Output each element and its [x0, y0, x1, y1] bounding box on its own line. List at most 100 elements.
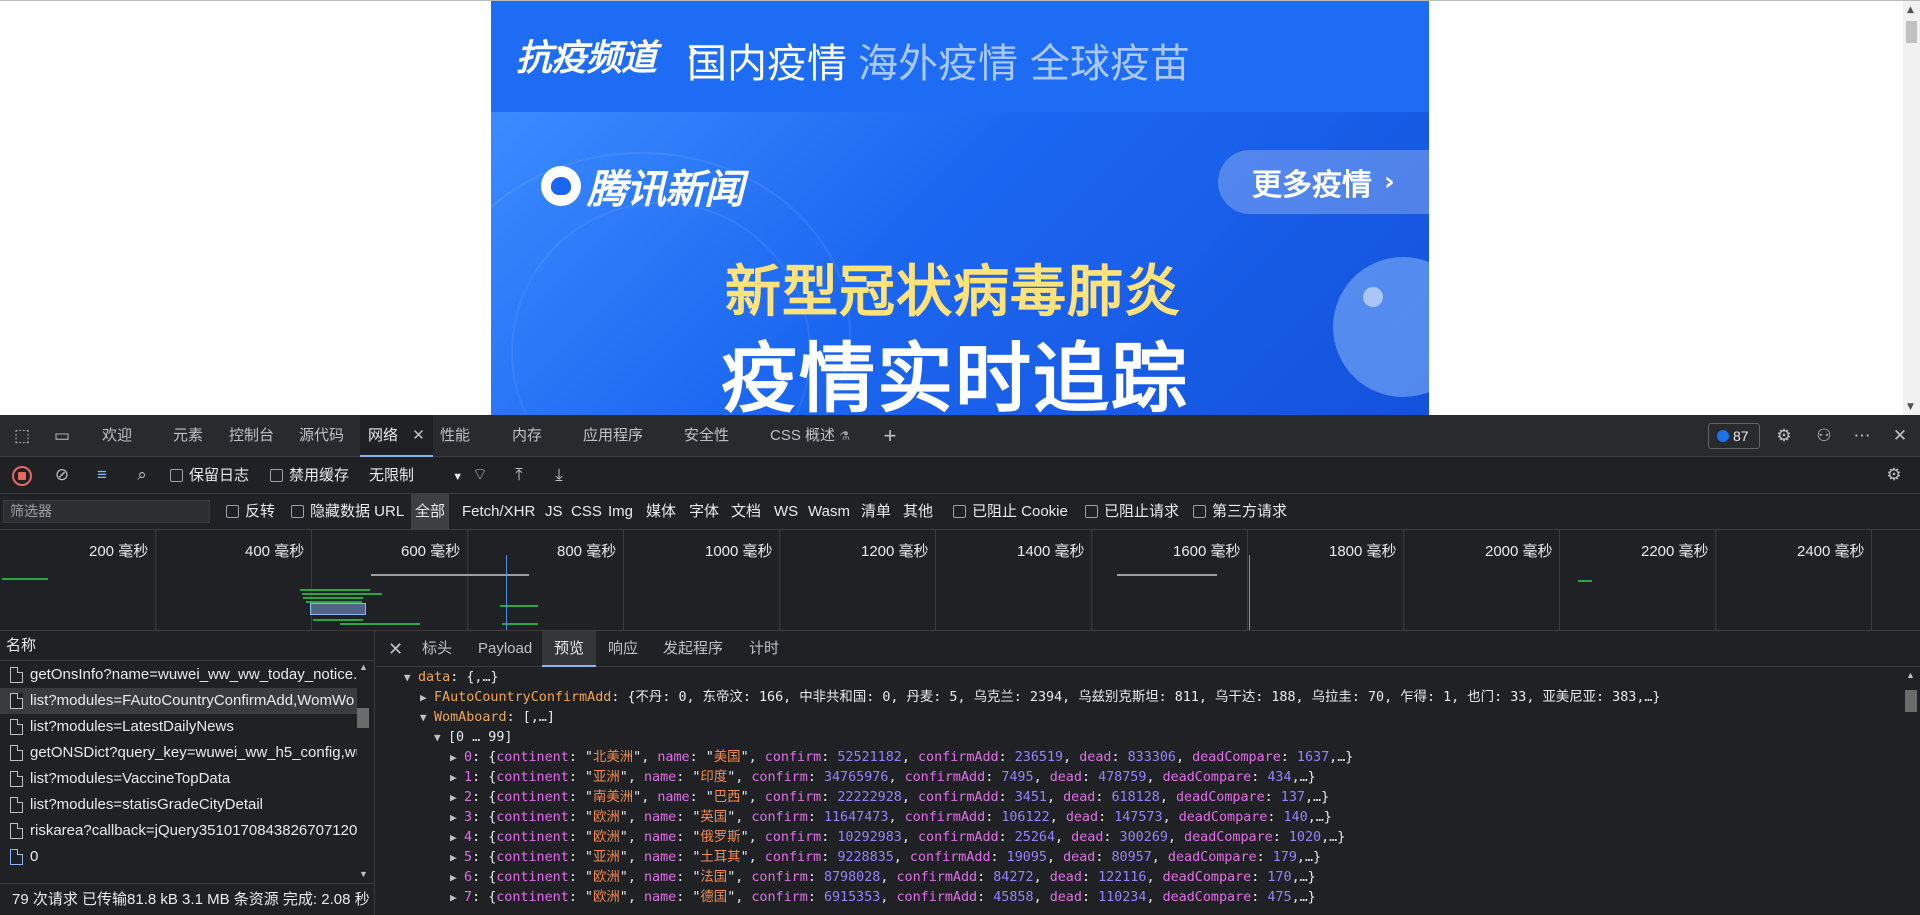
request-row[interactable]: 0	[0, 844, 357, 870]
tree-node-country[interactable]: ▶ 5: {continent: "亚洲", name: "土耳其", confi…	[376, 848, 1896, 868]
collapse-triangle-icon[interactable]: ▶	[450, 828, 464, 848]
filter-type-other[interactable]: 其他	[903, 494, 933, 530]
tree-node-range[interactable]: ▼ [0 … 99]	[376, 728, 1896, 748]
blocked-requests-checkbox[interactable]: 已阻止请求	[1085, 494, 1179, 530]
tree-node-country[interactable]: ▶ 4: {continent: "欧洲", name: "俄罗斯", confi…	[376, 828, 1896, 848]
detail-tab-initiator[interactable]: 发起程序	[663, 631, 723, 667]
device-toolbar-icon[interactable]: ▭	[52, 426, 72, 446]
record-stop-icon[interactable]	[12, 466, 32, 486]
more-epidemic-button[interactable]: 更多疫情 ›	[1218, 150, 1429, 214]
request-list-scrollbar[interactable]: ▲ ▼	[355, 662, 371, 882]
customize-icon[interactable]: ⚇	[1814, 426, 1834, 446]
detail-tab-timing[interactable]: 计时	[749, 631, 779, 667]
filter-type-media[interactable]: 媒体	[646, 494, 676, 530]
detail-tab-response[interactable]: 响应	[608, 631, 638, 667]
import-har-icon[interactable]: ⤒	[509, 465, 529, 485]
tree-node-data[interactable]: ▼ data: {,…}	[376, 668, 1896, 688]
request-row[interactable]: riskarea?callback=jQuery3510170843826707…	[0, 818, 357, 844]
close-tab-icon[interactable]: ✕	[412, 427, 425, 444]
panel-tab-memory[interactable]: 内存	[512, 415, 542, 457]
panel-tab-application[interactable]: 应用程序	[583, 415, 643, 457]
panel-tab-elements[interactable]: 元素	[173, 415, 203, 457]
filter-type-fetch-xhr[interactable]: Fetch/XHR	[462, 494, 535, 530]
panel-tab-security[interactable]: 安全性	[684, 415, 729, 457]
collapse-triangle-icon[interactable]: ▶	[450, 888, 464, 908]
scrollbar-thumb[interactable]	[1905, 690, 1917, 712]
request-row[interactable]: getOnsInfo?name=wuwei_ww_ww_today_notice…	[0, 662, 357, 688]
close-detail-icon[interactable]: ✕	[388, 631, 403, 667]
clear-icon[interactable]: ⊘	[52, 465, 72, 485]
panel-tab-console[interactable]: 控制台	[229, 415, 274, 457]
request-row[interactable]: list?modules=statisGradeCityDetail	[0, 792, 357, 818]
name-column-header[interactable]: 名称	[0, 631, 374, 661]
collapse-triangle-icon[interactable]: ▶	[450, 768, 464, 788]
detail-tab-preview[interactable]: 预览	[542, 631, 597, 667]
panel-tab-network[interactable]: 网络 ✕	[360, 415, 433, 457]
hide-data-urls-checkbox[interactable]: 隐藏数据 URL	[291, 494, 404, 530]
filter-type-all[interactable]: 全部	[411, 494, 450, 530]
issues-badge[interactable]: 87	[1708, 423, 1760, 449]
scroll-down-icon[interactable]: ▼	[1907, 402, 1914, 412]
filter-type-wasm[interactable]: Wasm	[808, 494, 850, 530]
filter-type-js[interactable]: JS	[545, 494, 563, 530]
tree-node-country[interactable]: ▶ 2: {continent: "南美洲", name: "巴西", confi…	[376, 788, 1896, 808]
collapse-triangle-icon[interactable]: ▶	[450, 808, 464, 828]
close-devtools-icon[interactable]: ✕	[1890, 426, 1910, 446]
detail-tab-headers[interactable]: 标头	[422, 631, 452, 667]
filter-type-font[interactable]: 字体	[689, 494, 719, 530]
collapse-triangle-icon[interactable]: ▶	[450, 788, 464, 808]
filter-input[interactable]: 筛选器	[3, 500, 210, 523]
request-row[interactable]: getONSDict?query_key=wuwei_ww_h5_config,…	[0, 740, 357, 766]
tree-node-country[interactable]: ▶ 1: {continent: "亚洲", name: "印度", confir…	[376, 768, 1896, 788]
panel-tab-sources[interactable]: 源代码	[299, 415, 344, 457]
tab-vaccine[interactable]: 全球疫苗	[1030, 31, 1190, 89]
expand-triangle-icon[interactable]: ▼	[404, 668, 418, 688]
tab-domestic[interactable]: 国内疫情	[687, 31, 847, 89]
scroll-up-icon[interactable]: ▲	[1907, 5, 1914, 15]
network-conditions-icon[interactable]: ⌔	[470, 465, 490, 485]
more-options-icon[interactable]: ⋯	[1852, 426, 1872, 446]
collapse-triangle-icon[interactable]: ▶	[450, 868, 464, 888]
tree-node-country[interactable]: ▶ 0: {continent: "北美洲", name: "美国", confi…	[376, 748, 1896, 768]
scrollbar-thumb[interactable]	[1906, 21, 1917, 43]
throttling-select[interactable]: 无限制 ▼	[369, 457, 463, 494]
preview-scrollbar[interactable]: ▲	[1902, 668, 1920, 915]
disable-cache-checkbox[interactable]: 禁用缓存	[270, 457, 349, 494]
scroll-up-icon[interactable]: ▲	[1906, 670, 1915, 680]
collapse-triangle-icon[interactable]: ▶	[450, 848, 464, 868]
invert-checkbox[interactable]: 反转	[226, 494, 275, 530]
expand-triangle-icon[interactable]: ▼	[434, 728, 448, 748]
third-party-checkbox[interactable]: 第三方请求	[1193, 494, 1287, 530]
filter-type-ws[interactable]: WS	[774, 494, 798, 530]
preserve-log-checkbox[interactable]: 保留日志	[170, 457, 249, 494]
request-row[interactable]: list?modules=VaccineTopData	[0, 766, 357, 792]
tree-node-womaboard[interactable]: ▼ WomAboard: [,…]	[376, 708, 1896, 728]
tree-node-country[interactable]: ▶ 7: {continent: "欧洲", name: "德国", confir…	[376, 888, 1896, 908]
expand-triangle-icon[interactable]: ▼	[420, 708, 434, 728]
scroll-up-icon[interactable]: ▲	[359, 662, 368, 672]
filter-type-doc[interactable]: 文档	[731, 494, 761, 530]
network-settings-gear-icon[interactable]: ⚙	[1884, 465, 1904, 485]
panel-tab-performance[interactable]: 性能	[440, 415, 470, 457]
tree-node-country[interactable]: ▶ 3: {continent: "欧洲", name: "英国", confir…	[376, 808, 1896, 828]
tree-node-country[interactable]: ▶ 6: {continent: "欧洲", name: "法国", confir…	[376, 868, 1896, 888]
blocked-cookies-checkbox[interactable]: 已阻止 Cookie	[953, 494, 1068, 530]
settings-gear-icon[interactable]: ⚙	[1774, 426, 1794, 446]
panel-tab-css-overview[interactable]: CSS 概述 ⚗	[770, 415, 850, 457]
scrollbar-thumb[interactable]	[357, 708, 369, 728]
network-overview-timeline[interactable]: 200 毫秒 400 毫秒 600 毫秒 800 毫秒 1000 毫秒 1200…	[0, 530, 1920, 631]
page-scrollbar[interactable]: ▲ ▼	[1903, 1, 1920, 416]
request-row-selected[interactable]: list?modules=FAutoCountryConfirmAdd,WomW…	[0, 688, 357, 714]
scroll-down-icon[interactable]: ▼	[359, 869, 368, 879]
filter-type-css[interactable]: CSS	[571, 494, 602, 530]
detail-tab-payload[interactable]: Payload	[478, 631, 532, 667]
filter-icon[interactable]: ≡	[92, 465, 112, 485]
tree-node-fauto[interactable]: ▶ FAutoCountryConfirmAdd: {不丹: 0, 东帝汶: 16…	[376, 688, 1896, 708]
filter-type-img[interactable]: Img	[608, 494, 633, 530]
request-row[interactable]: list?modules=LatestDailyNews	[0, 714, 357, 740]
channel-title[interactable]: 抗疫频道	[516, 29, 657, 81]
collapse-triangle-icon[interactable]: ▶	[450, 748, 464, 768]
search-icon[interactable]: ⌕	[132, 465, 152, 485]
collapse-triangle-icon[interactable]: ▶	[420, 688, 434, 708]
tab-overseas[interactable]: 海外疫情	[858, 31, 1018, 89]
